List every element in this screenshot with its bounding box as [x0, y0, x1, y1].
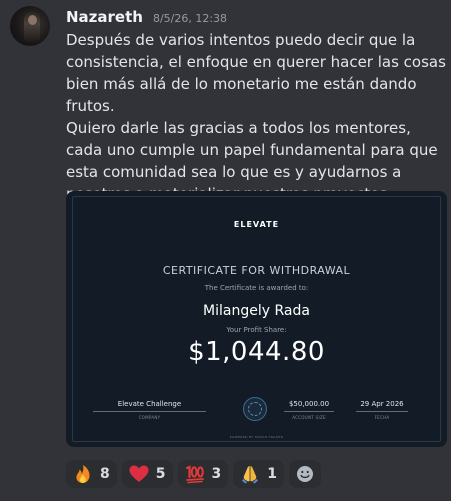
certificate-recipient: Milangely Rada — [203, 303, 310, 319]
hundred-points-icon — [185, 465, 204, 484]
certificate-seal-icon — [243, 397, 267, 421]
certificate-title: CERTIFICATE FOR WITHDRAWAL — [162, 264, 351, 277]
reaction-count: 8 — [100, 466, 110, 482]
certificate-image[interactable]: ELEVATE CERTIFICATE FOR WITHDRAWAL The C… — [66, 191, 447, 447]
certificate-profit-label: Your Profit Share: — [226, 326, 287, 334]
date-label: FECHA — [374, 415, 390, 420]
reaction-folded-hands[interactable]: 1 — [233, 460, 284, 488]
date-value: 29 Apr 2026 — [360, 400, 404, 408]
certificate-logo: ELEVATE — [233, 220, 280, 229]
certificate-company: Elevate Challenge COMPANY — [93, 399, 206, 420]
certificate-account-size: $50,000.00 ACCOUNT SIZE — [284, 399, 334, 420]
company-value: Elevate Challenge — [117, 400, 182, 408]
reactions-bar: 8 5 3 1 — [66, 460, 321, 488]
author-name[interactable]: Nazareth — [66, 8, 143, 26]
avatar-face — [28, 15, 37, 25]
certificate-footer: POWERED BY MATCH-TRADER — [229, 435, 284, 439]
certificate-awarded-text: The Certificate is awarded to: — [204, 284, 309, 292]
account-size-value: $50,000.00 — [288, 400, 330, 408]
account-size-line — [284, 411, 334, 412]
company-label: COMPANY — [138, 415, 161, 420]
certificate-amount: $1,044.80 — [188, 337, 325, 367]
smiley-icon — [297, 466, 313, 482]
date-line — [356, 411, 408, 412]
reaction-fire[interactable]: 8 — [66, 460, 117, 488]
reaction-count: 3 — [211, 466, 222, 482]
add-reaction-button[interactable] — [289, 460, 321, 488]
reaction-count: 1 — [267, 466, 277, 482]
seal-inner — [248, 402, 262, 416]
chat-message: Nazareth 8/5/26, 12:38 Después de varios… — [0, 0, 451, 501]
company-line — [93, 411, 206, 412]
folded-hands-icon — [242, 466, 259, 484]
message-timestamp[interactable]: 8/5/26, 12:38 — [153, 12, 227, 25]
reaction-count: 5 — [155, 466, 166, 482]
reaction-hundred[interactable]: 3 — [177, 460, 229, 488]
certificate-date: 29 Apr 2026 FECHA — [356, 399, 408, 420]
reaction-red-heart[interactable]: 5 — [121, 460, 173, 488]
avatar[interactable] — [10, 6, 50, 46]
account-size-label: ACCOUNT SIZE — [292, 415, 326, 420]
red-heart-icon — [129, 465, 149, 482]
message-header: Nazareth 8/5/26, 12:38 — [66, 8, 227, 28]
fire-icon — [76, 465, 90, 483]
